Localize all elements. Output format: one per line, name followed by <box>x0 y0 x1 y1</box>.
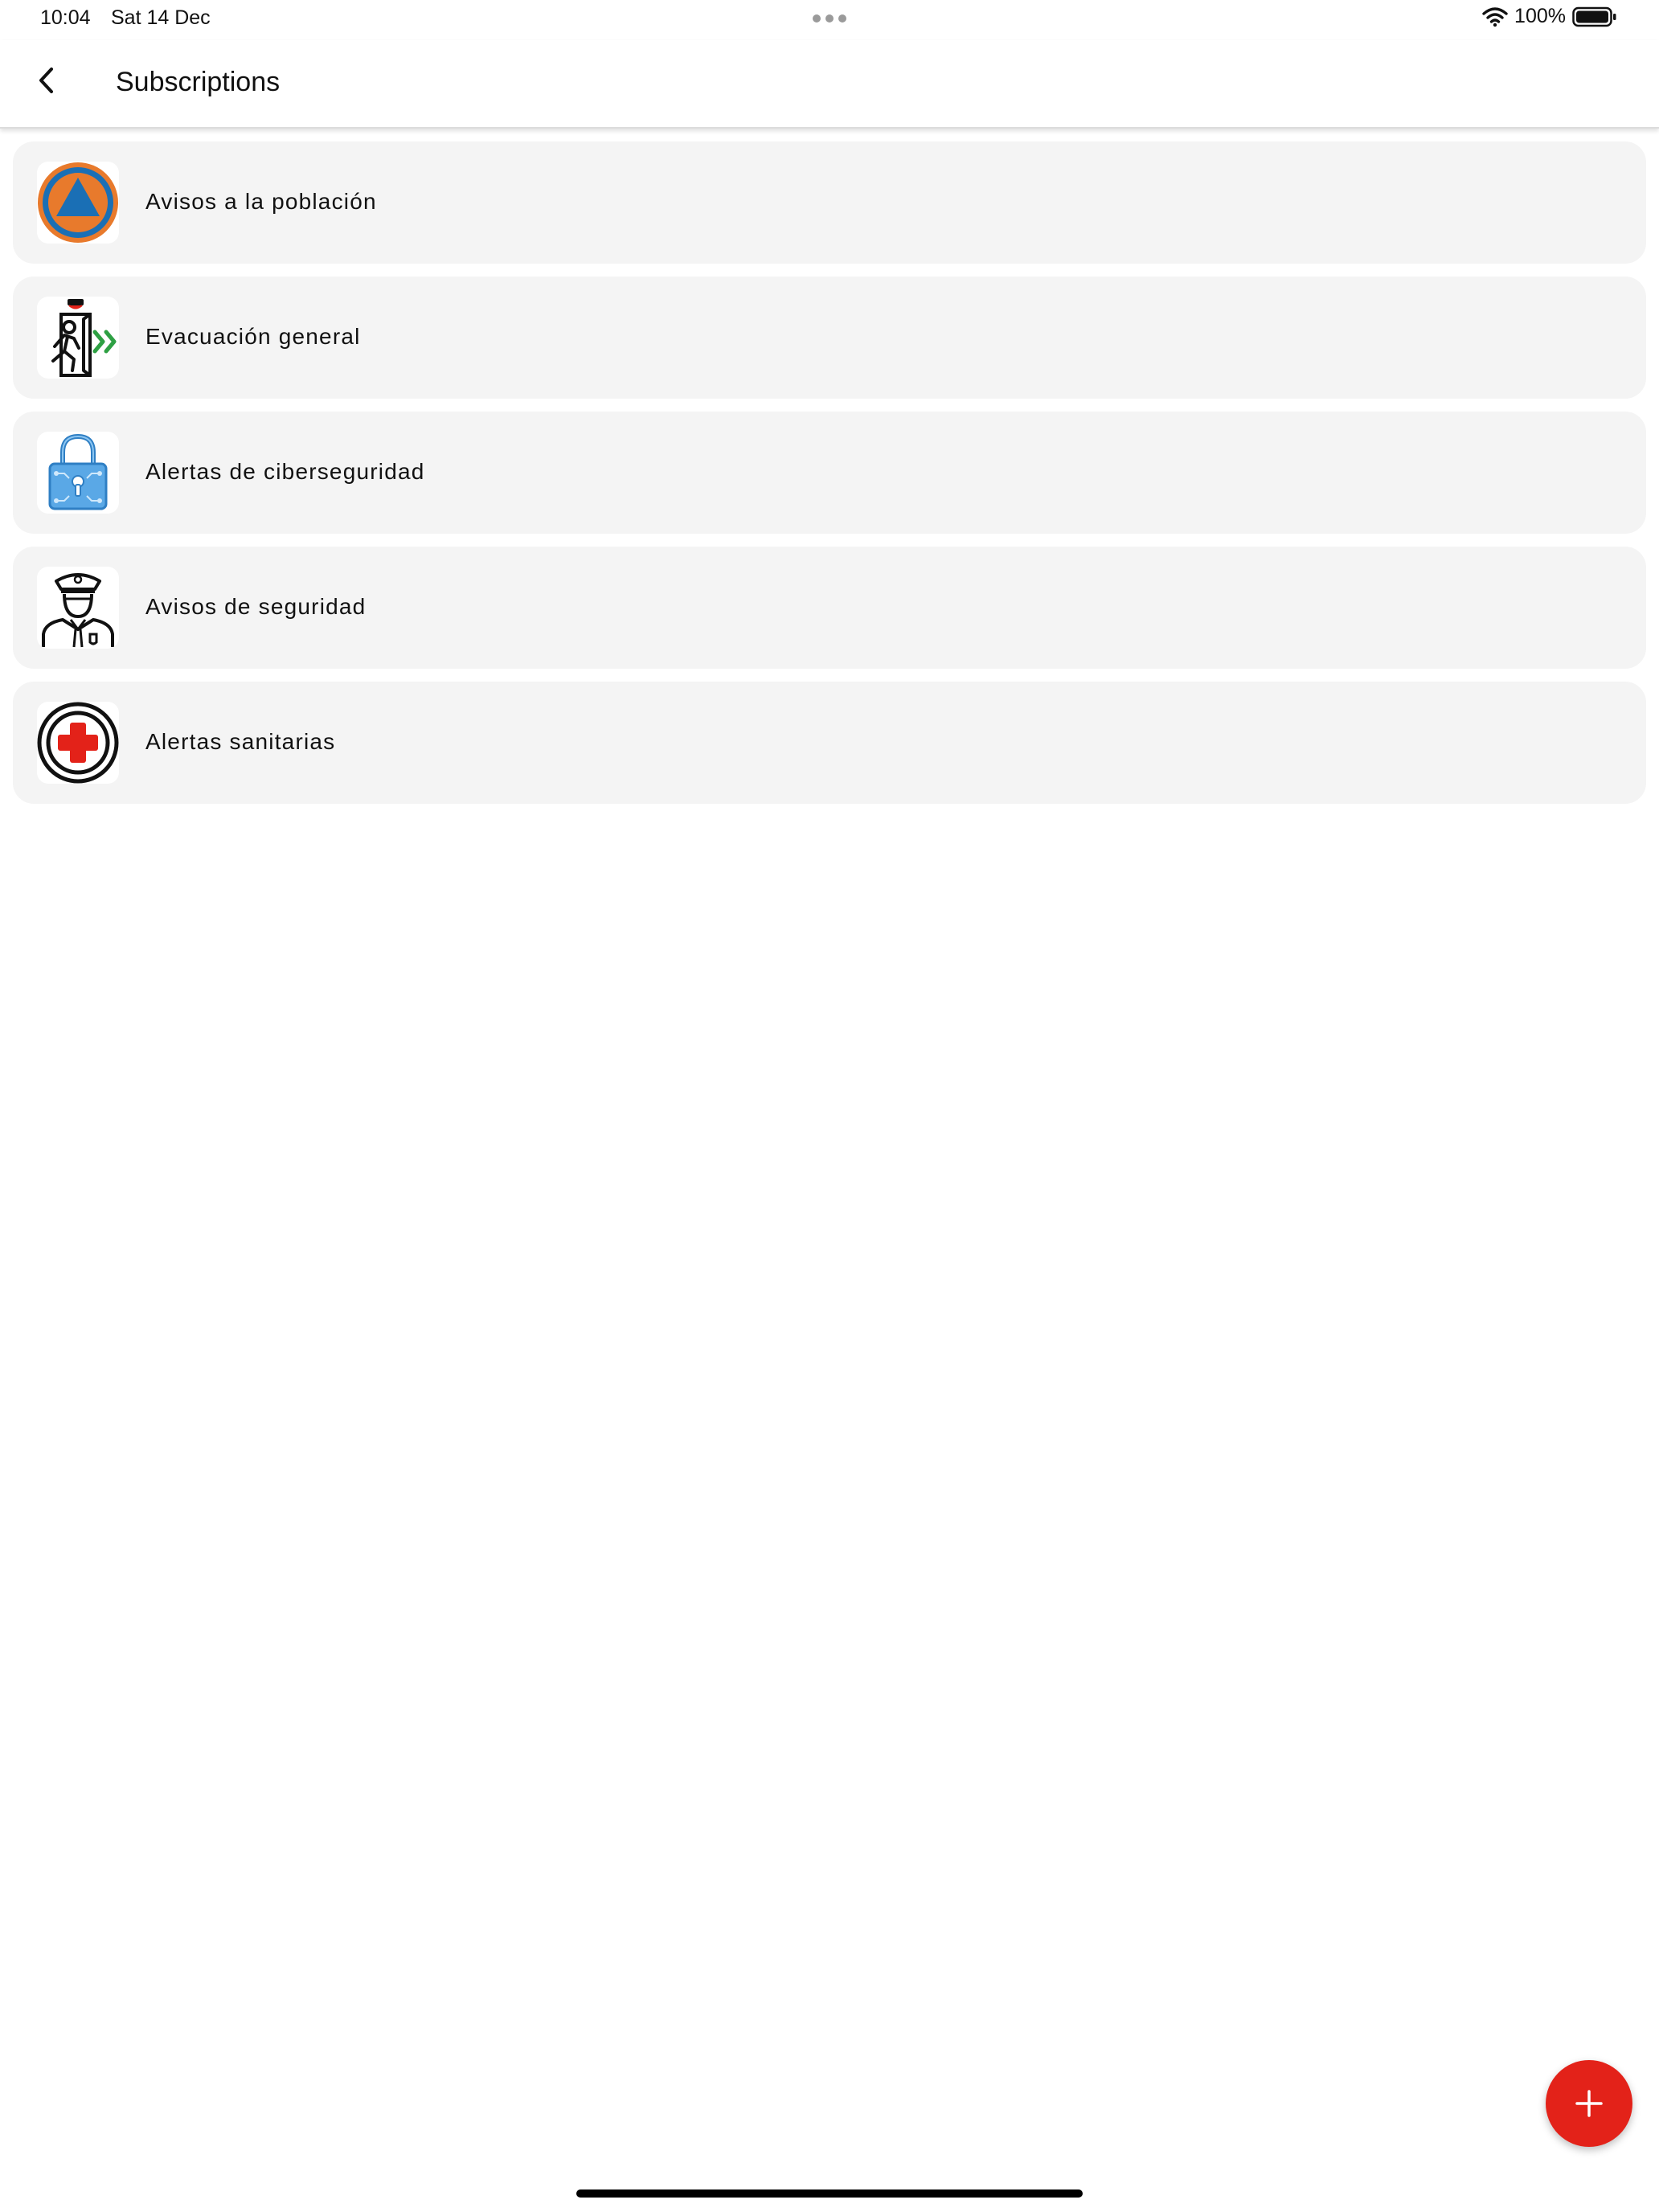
subscription-item-ciberseguridad[interactable]: Alertas de ciberseguridad <box>13 412 1646 534</box>
subscription-label: Alertas de ciberseguridad <box>145 459 425 484</box>
subscription-list: Avisos a la población Evacuación general <box>13 141 1646 817</box>
app-bar: Subscriptions <box>0 40 1659 129</box>
subscription-label: Evacuación general <box>145 324 361 349</box>
subscription-item-seguridad[interactable]: Avisos de seguridad <box>13 547 1646 669</box>
chevron-left-icon <box>39 68 53 93</box>
status-date: Sat 14 Dec <box>111 6 211 29</box>
police-officer-icon <box>37 567 119 649</box>
status-bar: 10:04 Sat 14 Dec 100% <box>0 0 1659 40</box>
status-time: 10:04 <box>40 6 91 29</box>
civil-protection-icon <box>37 162 119 244</box>
page-title: Subscriptions <box>116 67 281 97</box>
multitasking-dots-icon[interactable] <box>813 14 846 23</box>
subscription-item-evacuacion[interactable]: Evacuación general <box>13 276 1646 399</box>
subscription-label: Alertas sanitarias <box>145 729 336 754</box>
battery-percentage: 100% <box>1514 5 1566 27</box>
add-subscription-button[interactable] <box>1546 2060 1632 2147</box>
subscription-item-sanitarias[interactable]: Alertas sanitarias <box>13 682 1646 804</box>
red-cross-icon <box>37 702 119 784</box>
evacuation-exit-icon <box>37 297 119 379</box>
subscriptions-screen: 10:04 Sat 14 Dec 100% Subscriptions Avis… <box>0 0 1659 2212</box>
battery-icon <box>1572 6 1616 27</box>
home-indicator[interactable] <box>576 2189 1083 2198</box>
cyber-lock-icon <box>37 432 119 514</box>
subscription-label: Avisos a la población <box>145 189 377 214</box>
subscription-item-avisos-poblacion[interactable]: Avisos a la población <box>13 141 1646 264</box>
status-indicators: 100% <box>1482 5 1617 28</box>
back-button[interactable] <box>24 58 69 103</box>
wifi-icon <box>1482 6 1508 27</box>
subscription-label: Avisos de seguridad <box>145 594 367 619</box>
plus-icon <box>1575 2090 1603 2117</box>
